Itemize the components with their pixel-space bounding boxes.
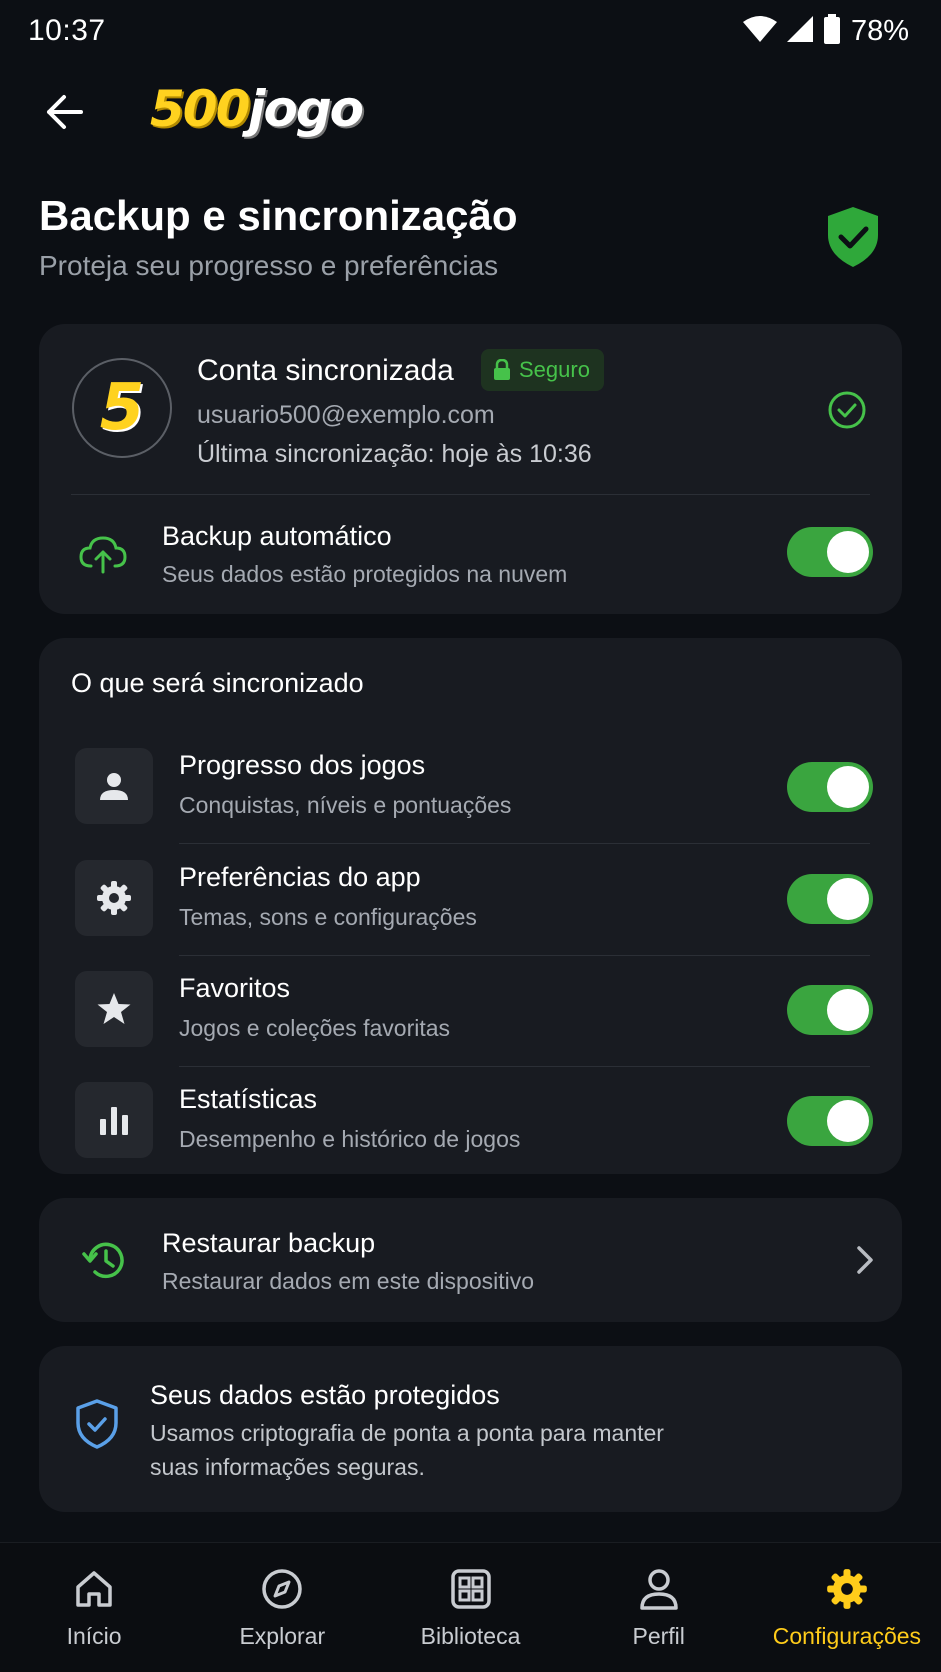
- last-sync-text: Última sincronização: hoje às 10:36: [197, 440, 592, 468]
- protected-title: Seus dados estão protegidos: [150, 1380, 500, 1410]
- nav-item-configuracoes[interactable]: Configurações: [753, 1543, 941, 1672]
- protected-line-2: suas informações seguras.: [150, 1454, 425, 1480]
- status-icons: 78%: [742, 13, 909, 49]
- battery-percent: 78%: [850, 14, 909, 47]
- progress-toggle[interactable]: [787, 762, 873, 812]
- sync-item-progress: Progresso dos jogos Conquistas, níveis e…: [39, 734, 902, 844]
- divider: [179, 955, 870, 956]
- protected-line-1: Usamos criptografia de ponta a ponta par…: [150, 1420, 664, 1446]
- app-logo: 500 jogo: [150, 80, 364, 138]
- toggle-knob: [827, 878, 869, 920]
- auto-backup-subtitle: Seus dados estão protegidos na nuvem: [162, 561, 568, 587]
- restore-backup-row[interactable]: Restaurar backup Restaurar dados em este…: [39, 1198, 902, 1322]
- star-icon: [75, 971, 153, 1047]
- arrow-left-icon: [47, 95, 83, 129]
- sync-item-subtitle: Jogos e coleções favoritas: [179, 1015, 451, 1041]
- toggle-knob: [827, 766, 869, 808]
- account-email: usuario500@exemplo.com: [197, 401, 495, 429]
- status-bar: 10:37 78%: [0, 0, 941, 62]
- bar-chart-icon: [75, 1082, 153, 1158]
- auto-backup-toggle[interactable]: [787, 527, 873, 577]
- shield-icon: [71, 1398, 123, 1450]
- wifi-icon: [742, 15, 777, 47]
- chevron-right-icon: [839, 1234, 891, 1286]
- preferences-toggle[interactable]: [787, 874, 873, 924]
- sync-item-title: Estatísticas: [179, 1084, 318, 1114]
- restore-subtitle: Restaurar dados em este dispositivo: [162, 1268, 535, 1294]
- status-time: 10:37: [28, 14, 106, 47]
- restore-title: Restaurar backup: [162, 1228, 376, 1258]
- signal-icon: [786, 15, 813, 47]
- library-icon: [447, 1565, 495, 1613]
- nav-item-perfil[interactable]: Perfil: [565, 1543, 753, 1672]
- battery-icon: [823, 13, 841, 49]
- divider: [179, 1066, 870, 1067]
- account-card: 5 Conta sincronizada Seguro usuario500@e…: [39, 324, 902, 614]
- auto-backup-title: Backup automático: [162, 521, 392, 551]
- nav-item-inicio[interactable]: Início: [0, 1543, 188, 1672]
- secure-badge: Seguro: [481, 349, 604, 391]
- sync-item-subtitle: Desempenho e histórico de jogos: [179, 1126, 521, 1152]
- sync-heading: O que será sincronizado: [71, 668, 364, 698]
- bottom-navigation: Início Explorar Biblioteca Perfil Config…: [0, 1542, 941, 1672]
- avatar: 5: [72, 358, 172, 458]
- page-title: Backup e sincronização: [39, 192, 518, 239]
- home-icon: [70, 1565, 118, 1613]
- nav-item-biblioteca[interactable]: Biblioteca: [376, 1543, 564, 1672]
- page-subtitle: Proteja seu progresso e preferências: [39, 250, 499, 281]
- settings-icon: [823, 1565, 871, 1613]
- divider: [179, 843, 870, 844]
- back-button[interactable]: [36, 84, 92, 140]
- sync-item-preferences: Preferências do app Temas, sons e config…: [39, 846, 902, 956]
- sync-settings-card: O que será sincronizado Progresso dos jo…: [39, 638, 902, 1174]
- cloud-upload-icon: [77, 528, 129, 580]
- favorites-toggle[interactable]: [787, 985, 873, 1035]
- toggle-knob: [827, 1100, 869, 1142]
- account-name: Conta sincronizada: [197, 354, 454, 387]
- sync-item-subtitle: Conquistas, níveis e pontuações: [179, 792, 512, 818]
- divider: [71, 494, 870, 495]
- sync-item-subtitle: Temas, sons e configurações: [179, 904, 477, 930]
- nav-item-explorar[interactable]: Explorar: [188, 1543, 376, 1672]
- statistics-toggle[interactable]: [787, 1096, 873, 1146]
- sync-item-title: Favoritos: [179, 973, 291, 1003]
- shield-check-icon: [826, 205, 886, 273]
- page-header: Backup e sincronização Proteja seu progr…: [39, 192, 899, 282]
- data-protected-card: Seus dados estão protegidos Usamos cript…: [39, 1346, 902, 1512]
- sync-item-favorites: Favoritos Jogos e coleções favoritas: [39, 957, 902, 1067]
- gear-icon: [75, 860, 153, 936]
- sync-item-statistics: Estatísticas Desempenho e histórico de j…: [39, 1068, 902, 1178]
- sync-item-title: Preferências do app: [179, 862, 421, 892]
- top-bar: 500 jogo: [0, 74, 941, 150]
- toggle-knob: [827, 989, 869, 1031]
- check-circle-icon: [827, 390, 867, 430]
- person-icon: [75, 748, 153, 824]
- compass-icon: [258, 1565, 306, 1613]
- profile-icon: [635, 1565, 683, 1613]
- toggle-knob: [827, 531, 869, 573]
- lock-icon: [494, 359, 510, 380]
- sync-item-title: Progresso dos jogos: [179, 750, 426, 780]
- restore-history-icon: [79, 1234, 131, 1286]
